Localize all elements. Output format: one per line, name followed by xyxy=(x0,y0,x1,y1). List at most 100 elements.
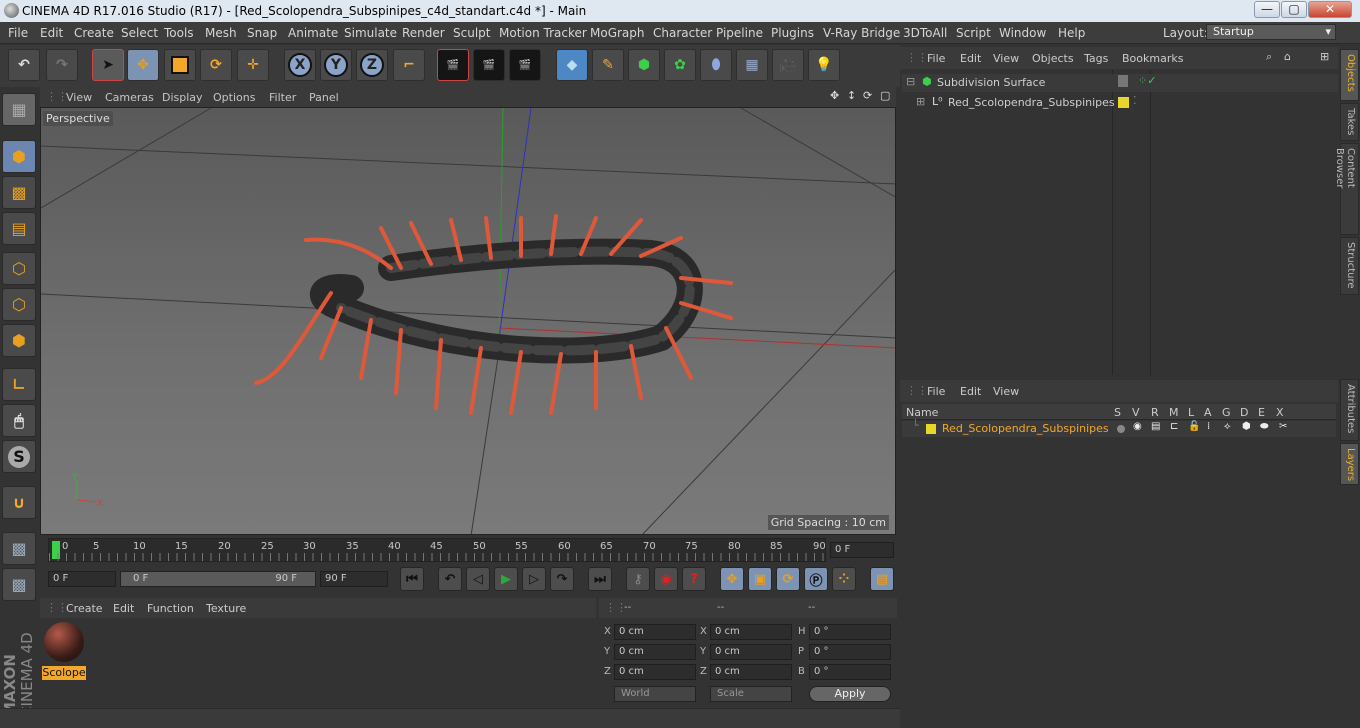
menu-help[interactable]: Help xyxy=(1058,26,1085,40)
home-icon[interactable]: ⌂ xyxy=(1284,50,1291,63)
animation-icon[interactable]: ⁞ xyxy=(1207,421,1210,432)
rot-b-field[interactable]: 0 ° xyxy=(809,664,891,680)
key-scale-button[interactable]: ▣ xyxy=(748,567,772,591)
x-axis-button[interactable]: X xyxy=(284,49,316,81)
layer-col-solo[interactable]: S xyxy=(1114,406,1121,419)
size-z-field[interactable]: 0 cm xyxy=(710,664,792,680)
layer-col-render[interactable]: R xyxy=(1151,406,1159,419)
material-menu-create[interactable]: Create xyxy=(66,602,103,615)
z-axis-button[interactable]: Z xyxy=(356,49,388,81)
layer-col-deformers[interactable]: D xyxy=(1240,406,1248,419)
viewport-menu-cameras[interactable]: Cameras xyxy=(105,91,154,104)
menu-create[interactable]: Create xyxy=(74,26,114,40)
edges-mode-button[interactable]: ⬡ xyxy=(2,288,36,321)
expression-icon[interactable]: ⬬ xyxy=(1260,421,1269,432)
tab-layers[interactable]: Layers xyxy=(1340,443,1359,485)
axis-mode-button[interactable]: ∟ xyxy=(2,368,36,401)
snap-button[interactable]: ∪ xyxy=(2,486,36,519)
render-view-button[interactable]: 🎬 xyxy=(437,49,469,81)
lock-icon[interactable]: 🔓 xyxy=(1188,421,1200,432)
clapper-icon[interactable]: ▤ xyxy=(1151,421,1160,432)
menu-edit[interactable]: Edit xyxy=(40,26,63,40)
generator-icon[interactable]: ⟡ xyxy=(1224,421,1231,432)
coordinate-space-dropdown[interactable]: World xyxy=(614,686,696,702)
next-key-button[interactable]: ↷ xyxy=(550,567,574,591)
search-icon[interactable]: ⌕ xyxy=(1266,50,1272,64)
objects-menu-file[interactable]: File xyxy=(927,52,945,65)
menu-mesh[interactable]: Mesh xyxy=(205,26,237,40)
menu-plugins[interactable]: Plugins xyxy=(771,26,814,40)
layers-menu-edit[interactable]: Edit xyxy=(960,385,981,398)
menu-animate[interactable]: Animate xyxy=(288,26,338,40)
layer-row[interactable]: └ Red_Scolopendra_Subspinipes ◉ ▤ ⊏ 🔓 ⁞ … xyxy=(902,419,1336,437)
lock-workplane-button[interactable]: ▩ xyxy=(2,532,36,565)
eye-icon[interactable]: ◉ xyxy=(1133,421,1142,432)
menu-file[interactable]: File xyxy=(8,26,28,40)
layer-col-locked[interactable]: L xyxy=(1188,406,1194,419)
render-settings-button[interactable]: 🎬 xyxy=(509,49,541,81)
live-selection-button[interactable]: ➤ xyxy=(92,49,124,81)
pos-z-field[interactable]: 0 cm xyxy=(614,664,696,680)
material-menu-texture[interactable]: Texture xyxy=(206,602,246,615)
start-frame-field[interactable]: 0 F xyxy=(48,571,116,587)
timeline[interactable]: 0 5 10 15 20 25 30 35 40 45 50 55 60 65 … xyxy=(40,536,896,564)
y-axis-button[interactable]: Y xyxy=(320,49,352,81)
deformer-button[interactable]: ⬮ xyxy=(700,49,732,81)
play-button[interactable]: ▶ xyxy=(494,567,518,591)
close-button[interactable]: ✕ xyxy=(1308,1,1352,18)
layer-col-view[interactable]: V xyxy=(1132,406,1140,419)
layer-color-icon[interactable] xyxy=(926,424,936,434)
layer-col-generators[interactable]: G xyxy=(1222,406,1231,419)
viewport-move-icon[interactable]: ✥ xyxy=(830,89,839,102)
material-swatch[interactable]: Scolope xyxy=(42,620,86,680)
tab-content-browser[interactable]: Content Browser xyxy=(1334,143,1359,235)
viewport-menu-view[interactable]: View xyxy=(66,91,92,104)
menu-select[interactable]: Select xyxy=(121,26,158,40)
previous-key-button[interactable]: ↶ xyxy=(438,567,462,591)
tab-attributes[interactable]: Attributes xyxy=(1340,379,1359,441)
layer-col-xref[interactable]: X xyxy=(1276,406,1284,419)
material-menu-function[interactable]: Function xyxy=(147,602,194,615)
viewport-menu-options[interactable]: Options xyxy=(213,91,255,104)
solo-button[interactable]: S xyxy=(2,440,36,473)
menu-mograph[interactable]: MoGraph xyxy=(590,26,645,40)
key-pla-button[interactable]: ⁘ xyxy=(832,567,856,591)
redo-button[interactable]: ↷ xyxy=(46,49,78,81)
layer-col-manager[interactable]: M xyxy=(1169,406,1179,419)
minimize-button[interactable]: — xyxy=(1254,1,1280,18)
perspective-viewport[interactable]: Y X Perspective Grid Spacing : 10 cm xyxy=(40,107,896,535)
make-editable-button[interactable]: ▦ xyxy=(2,93,36,126)
viewport-menu-display[interactable]: Display xyxy=(162,91,203,104)
menu-sculpt[interactable]: Sculpt xyxy=(453,26,490,40)
menu-3dtoall[interactable]: 3DToAll xyxy=(903,26,947,40)
layer-col-animation[interactable]: A xyxy=(1204,406,1212,419)
menu-simulate[interactable]: Simulate xyxy=(344,26,397,40)
menu-snap[interactable]: Snap xyxy=(247,26,277,40)
timeline-window-button[interactable]: ▤ xyxy=(870,567,894,591)
pos-x-field[interactable]: 0 cm xyxy=(614,624,696,640)
undo-button[interactable]: ↶ xyxy=(8,49,40,81)
viewport-menu-panel[interactable]: Panel xyxy=(309,91,339,104)
record-keys-button[interactable]: ⚷ xyxy=(626,567,650,591)
tweak-mode-button[interactable]: 🖱 xyxy=(2,404,36,437)
floor-button[interactable]: ▦ xyxy=(736,49,768,81)
menu-vray-bridge[interactable]: V-Ray Bridge xyxy=(823,26,900,40)
deformer-icon[interactable]: ⬢ xyxy=(1242,421,1251,432)
visibility-dots-icon[interactable] xyxy=(1118,75,1128,87)
pen-spline-button[interactable]: ✎ xyxy=(592,49,624,81)
workplane-mode-button[interactable]: ▤ xyxy=(2,212,36,245)
tab-structure[interactable]: Structure xyxy=(1340,237,1359,295)
xref-icon[interactable]: ✂ xyxy=(1279,421,1287,432)
viewport-camera-label[interactable]: Perspective xyxy=(43,111,113,126)
points-mode-button[interactable]: ⬡ xyxy=(2,252,36,285)
material-menu-edit[interactable]: Edit xyxy=(113,602,134,615)
objects-menu-objects[interactable]: Objects xyxy=(1032,52,1074,65)
viewport-rotate-icon[interactable]: ⟳ xyxy=(863,89,872,102)
model-mode-button[interactable]: ⬢ xyxy=(2,140,36,173)
enabled-check-icon[interactable]: ⁘✓ xyxy=(1138,74,1156,87)
menu-render[interactable]: Render xyxy=(402,26,445,40)
subdivision-surface-button[interactable]: ⬢ xyxy=(628,49,660,81)
texture-mode-button[interactable]: ▩ xyxy=(2,176,36,209)
centipede-model[interactable] xyxy=(254,214,733,415)
layer-col-name[interactable]: Name xyxy=(906,406,938,419)
